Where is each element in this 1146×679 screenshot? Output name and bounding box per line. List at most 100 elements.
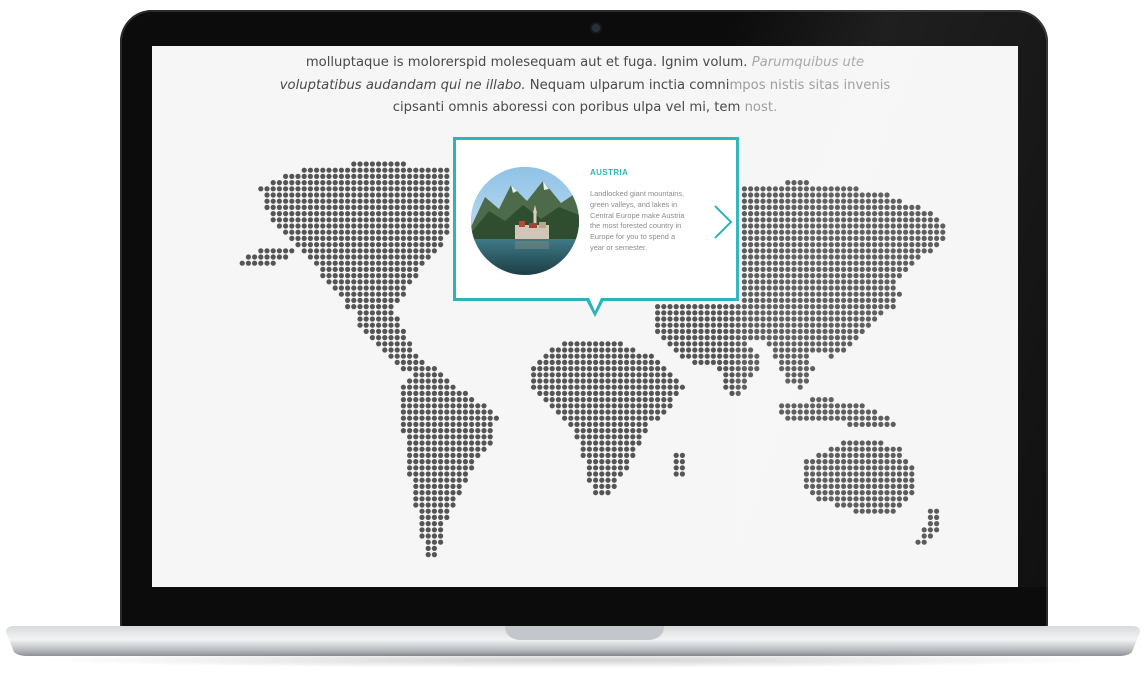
map-dot bbox=[822, 403, 828, 409]
map-dot bbox=[847, 316, 853, 322]
chevron-right-icon[interactable] bbox=[709, 202, 739, 242]
map-dot bbox=[419, 248, 425, 254]
map-dot bbox=[289, 180, 295, 186]
map-dot bbox=[686, 335, 692, 341]
map-dot bbox=[865, 279, 872, 285]
map-dot bbox=[779, 335, 785, 341]
map-dot bbox=[624, 446, 630, 452]
map-dot bbox=[599, 471, 605, 477]
map-dot bbox=[872, 217, 878, 223]
map-dot bbox=[388, 291, 394, 297]
map-dot bbox=[425, 397, 431, 403]
map-dot bbox=[648, 403, 654, 409]
map-dot bbox=[636, 384, 642, 390]
map-dot bbox=[307, 235, 313, 241]
map-dot bbox=[785, 248, 791, 254]
map-dot bbox=[438, 180, 444, 186]
map-dot bbox=[878, 310, 884, 316]
map-dot bbox=[301, 229, 307, 235]
map-dot bbox=[859, 328, 865, 334]
map-dot bbox=[859, 260, 865, 266]
map-dot bbox=[704, 335, 710, 341]
map-dot bbox=[562, 403, 568, 409]
map-dot bbox=[841, 242, 847, 248]
map-dot bbox=[438, 378, 444, 384]
map-dot bbox=[853, 328, 859, 334]
map-dot bbox=[320, 242, 326, 248]
map-dot bbox=[624, 372, 630, 378]
map-dot bbox=[822, 335, 828, 341]
map-dot bbox=[822, 192, 828, 198]
map-dot bbox=[593, 428, 599, 434]
map-dot bbox=[394, 204, 400, 210]
map-dot bbox=[407, 192, 413, 198]
map-dot bbox=[376, 260, 382, 266]
map-dot bbox=[754, 235, 760, 241]
map-dot bbox=[345, 291, 351, 297]
map-dot bbox=[729, 372, 735, 378]
map-dot bbox=[729, 322, 735, 328]
map-dot bbox=[580, 452, 586, 458]
map-dot bbox=[605, 372, 611, 378]
map-dot bbox=[326, 198, 332, 204]
map-dot bbox=[413, 378, 419, 384]
map-dot bbox=[803, 229, 810, 235]
map-dot bbox=[841, 322, 847, 328]
map-dot bbox=[586, 341, 592, 347]
map-dot bbox=[314, 223, 320, 229]
map-dot bbox=[320, 248, 326, 254]
map-dot bbox=[586, 440, 592, 446]
map-dot bbox=[847, 403, 853, 409]
map-dot bbox=[382, 223, 388, 229]
map-dot bbox=[599, 359, 605, 365]
map-dot bbox=[797, 353, 803, 359]
map-dot bbox=[345, 167, 351, 173]
map-dot bbox=[407, 366, 413, 372]
map-dot bbox=[890, 304, 896, 310]
map-dot bbox=[413, 217, 419, 223]
map-dot bbox=[797, 254, 803, 260]
map-dot bbox=[642, 390, 648, 396]
map-dot bbox=[252, 260, 258, 266]
destination-popup[interactable]: AUSTRIA Landlocked giant mountains, gree… bbox=[453, 137, 739, 301]
map-dot bbox=[413, 198, 419, 204]
map-dot bbox=[611, 403, 617, 409]
map-dot bbox=[797, 229, 803, 235]
map-dot bbox=[785, 378, 791, 384]
map-dot bbox=[407, 390, 413, 396]
map-dot bbox=[667, 335, 673, 341]
map-dot bbox=[890, 211, 896, 217]
map-dot bbox=[865, 415, 872, 421]
map-dot bbox=[431, 198, 437, 204]
map-dot bbox=[605, 421, 611, 427]
map-dot bbox=[841, 496, 847, 502]
map-dot bbox=[841, 260, 847, 266]
map-dot bbox=[586, 428, 592, 434]
map-dot bbox=[915, 539, 921, 545]
map-dot bbox=[431, 366, 437, 372]
map-dot bbox=[872, 415, 878, 421]
map-dot bbox=[394, 173, 400, 179]
map-dot bbox=[642, 415, 648, 421]
map-dot bbox=[828, 273, 834, 279]
map-dot bbox=[549, 366, 555, 372]
map-dot bbox=[444, 186, 450, 192]
map-dot bbox=[617, 471, 623, 477]
map-dot bbox=[605, 397, 611, 403]
map-dot bbox=[438, 465, 444, 471]
map-dot bbox=[884, 279, 890, 285]
map-dot bbox=[865, 297, 872, 303]
map-dot bbox=[382, 279, 388, 285]
map-dot bbox=[859, 229, 865, 235]
map-dot bbox=[661, 322, 667, 328]
map-dot bbox=[419, 372, 425, 378]
map-dot bbox=[419, 440, 425, 446]
map-dot bbox=[679, 310, 686, 316]
map-dot bbox=[878, 229, 884, 235]
map-dot bbox=[363, 297, 369, 303]
map-dot bbox=[450, 483, 456, 489]
map-dot bbox=[847, 304, 853, 310]
map-dot bbox=[785, 266, 791, 272]
map-dot bbox=[469, 465, 475, 471]
map-dot bbox=[357, 242, 363, 248]
